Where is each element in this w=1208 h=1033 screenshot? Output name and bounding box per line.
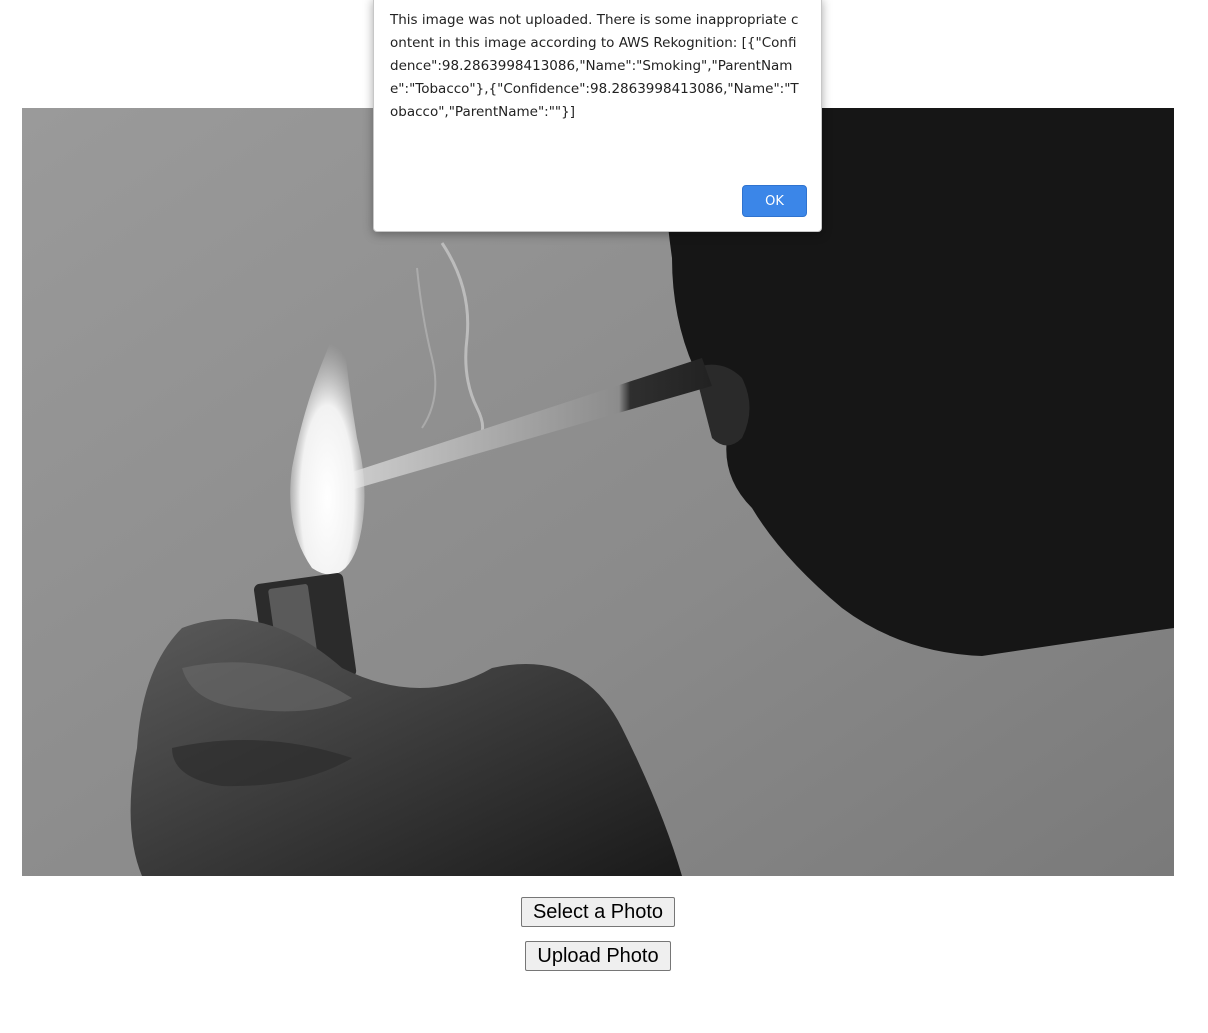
alert-message: This image was not uploaded. There is so…: [390, 12, 799, 120]
select-photo-button[interactable]: Select a Photo: [521, 897, 675, 927]
upload-photo-button[interactable]: Upload Photo: [525, 941, 671, 971]
page: Add a Photo Below: [0, 0, 1208, 1033]
alert-ok-button[interactable]: OK: [742, 185, 807, 217]
alert-dialog: This image was not uploaded. There is so…: [373, 0, 822, 232]
